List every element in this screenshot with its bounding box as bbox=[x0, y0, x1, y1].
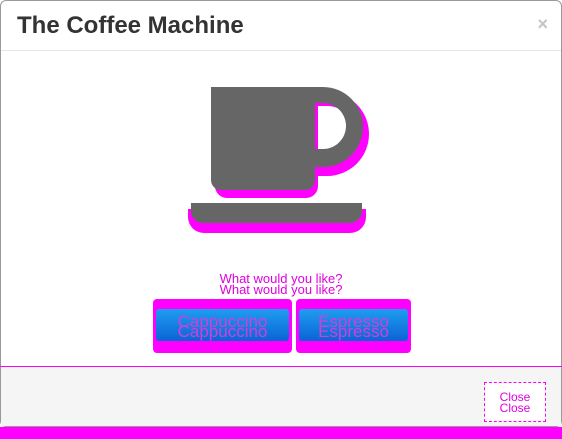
dialog-footer: Close Close bbox=[1, 367, 561, 426]
close-button[interactable]: Close Close bbox=[484, 382, 546, 422]
cappuccino-button-face[interactable]: Cappuccino Cappuccino bbox=[156, 309, 289, 341]
espresso-button[interactable]: Espresso Espresso bbox=[296, 299, 411, 353]
bottom-highlight-bar bbox=[0, 427, 562, 439]
dialog-body: What would you like? What would you like… bbox=[1, 51, 561, 368]
close-button-label-echo: Close bbox=[499, 401, 531, 415]
coffee-cup-icon bbox=[181, 83, 371, 235]
prompt-text-echo: What would you like? bbox=[219, 282, 343, 297]
espresso-button-face[interactable]: Espresso Espresso bbox=[299, 309, 408, 341]
cappuccino-button[interactable]: Cappuccino Cappuccino bbox=[153, 299, 292, 353]
dialog-header: The Coffee Machine × bbox=[1, 1, 561, 51]
coffee-machine-dialog: The Coffee Machine × What would you like… bbox=[0, 0, 562, 427]
cappuccino-label-echo: Cappuccino bbox=[177, 322, 268, 341]
close-icon[interactable]: × bbox=[537, 14, 548, 34]
espresso-label-echo: Espresso bbox=[318, 322, 389, 341]
dialog-title: The Coffee Machine bbox=[17, 12, 244, 39]
